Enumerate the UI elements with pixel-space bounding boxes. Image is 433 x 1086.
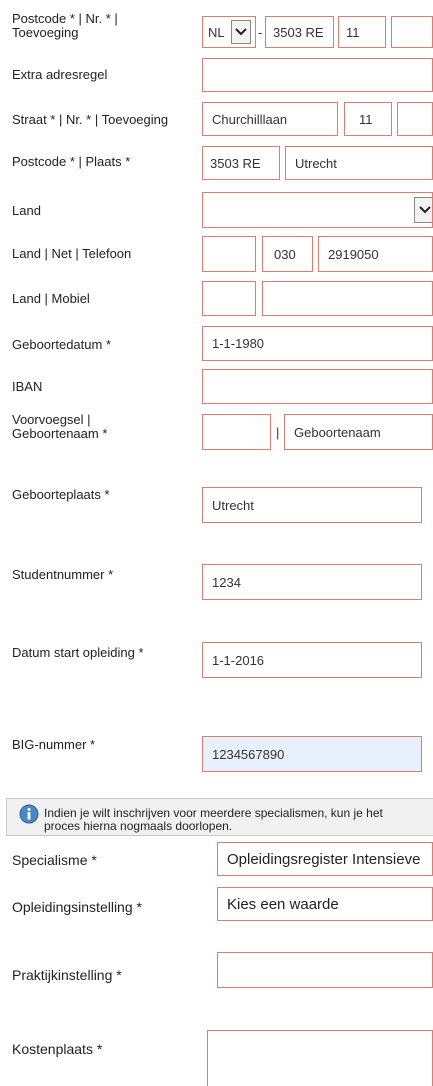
studentnummer-input[interactable]: 1234 bbox=[202, 564, 422, 600]
house-number-value: 11 bbox=[346, 24, 360, 40]
geboortedatum-value: 1-1-1980 bbox=[212, 336, 265, 351]
kostenplaats-label: Kostenplaats * bbox=[12, 1041, 103, 1057]
postcode-plaats-label: Postcode * | Plaats * bbox=[12, 154, 131, 169]
datum-start-input[interactable]: 1-1-2016 bbox=[202, 642, 422, 678]
geboortenaam-label: Voorvoegsel | Geboortenaam * bbox=[12, 412, 108, 441]
chevron-down-icon bbox=[231, 20, 251, 44]
extra-adres-input[interactable] bbox=[202, 58, 433, 92]
specialisme-value: Opleidingsregister Intensieve bbox=[227, 850, 421, 868]
geboorteplaats-input[interactable]: Utrecht bbox=[202, 487, 422, 523]
datum-start-label: Datum start opleiding * bbox=[12, 645, 144, 660]
telefoon-land-input[interactable] bbox=[202, 236, 256, 272]
postcode-plaats-postcode-input[interactable]: 3503 RE bbox=[202, 146, 280, 180]
telefoon-net-value: 030 bbox=[274, 246, 296, 262]
kostenplaats-input[interactable] bbox=[207, 1030, 433, 1086]
big-label: BIG-nummer * bbox=[12, 737, 96, 752]
big-value: 1234567890 bbox=[212, 746, 285, 762]
mobiel-label: Land | Mobiel bbox=[12, 291, 90, 306]
geboortenaam-input[interactable]: Geboortenaam bbox=[284, 414, 433, 450]
geboortedatum-input[interactable]: 1-1-1980 bbox=[202, 326, 433, 361]
datum-start-value: 1-1-2016 bbox=[212, 652, 265, 668]
notice-text: Indien je wilt inschrijven voor meerdere… bbox=[44, 807, 383, 833]
telefoon-label: Land | Net | Telefoon bbox=[12, 246, 132, 261]
extra-adres-label: Extra adresregel bbox=[12, 67, 108, 82]
chevron-down-icon bbox=[414, 197, 432, 223]
postcode-nr-label: Postcode * | Nr. * | Toevoeging bbox=[12, 11, 118, 40]
street-input[interactable]: Churchilllaan bbox=[202, 102, 338, 136]
opleidingsinstelling-select[interactable]: Kies een waarde bbox=[217, 887, 433, 921]
telefoon-net-input[interactable]: 030 bbox=[262, 236, 313, 272]
street-number-value: 11 bbox=[359, 111, 373, 127]
street-value: Churchilllaan bbox=[212, 111, 288, 127]
praktijkinstelling-select[interactable] bbox=[217, 952, 433, 988]
land-label: Land bbox=[12, 203, 41, 218]
street-toevoeging-input[interactable] bbox=[397, 102, 433, 136]
geboortenaam-separator: | bbox=[276, 425, 280, 440]
studentnummer-label: Studentnummer * bbox=[12, 567, 114, 582]
opleidingsinstelling-value: Kies een waarde bbox=[227, 895, 339, 913]
mobiel-nummer-input[interactable] bbox=[262, 281, 433, 316]
info-notice: Indien je wilt inschrijven voor meerdere… bbox=[6, 798, 433, 836]
studentnummer-value: 1234 bbox=[212, 574, 241, 590]
geboorteplaats-value: Utrecht bbox=[212, 497, 254, 513]
plaats-value: Utrecht bbox=[295, 155, 337, 171]
toevoeging-input[interactable] bbox=[391, 16, 433, 48]
plaats-input[interactable]: Utrecht bbox=[285, 146, 433, 180]
specialisme-label: Specialisme * bbox=[12, 852, 97, 868]
specialisme-select[interactable]: Opleidingsregister Intensieve bbox=[217, 842, 433, 876]
geboorteplaats-label: Geboorteplaats * bbox=[12, 487, 110, 502]
voorvoegsel-input[interactable] bbox=[202, 414, 271, 450]
country-code-select[interactable]: NL bbox=[202, 16, 256, 48]
straat-label: Straat * | Nr. * | Toevoeging bbox=[12, 112, 169, 127]
postcode-value: 3503 RE bbox=[273, 24, 324, 40]
telefoon-nummer-value: 2919050 bbox=[328, 246, 379, 262]
postcode-input[interactable]: 3503 RE bbox=[265, 16, 334, 48]
opleidingsinstelling-label: Opleidingsinstelling * bbox=[12, 899, 142, 915]
geboortedatum-label: Geboortedatum * bbox=[12, 337, 112, 352]
street-number-input[interactable]: 11 bbox=[344, 102, 392, 136]
postcode-separator: - bbox=[258, 25, 263, 40]
telefoon-nummer-input[interactable]: 2919050 bbox=[318, 236, 433, 272]
land-select[interactable] bbox=[202, 192, 433, 228]
mobiel-land-input[interactable] bbox=[202, 281, 256, 316]
iban-label: IBAN bbox=[12, 379, 43, 394]
house-number-input[interactable]: 11 bbox=[338, 16, 386, 48]
geboortenaam-value: Geboortenaam bbox=[294, 424, 381, 440]
big-input[interactable]: 1234567890 bbox=[202, 736, 422, 772]
notice-line-2: proces hierna nogmaals doorlopen. bbox=[44, 819, 233, 833]
country-code-value: NL bbox=[208, 24, 225, 40]
info-icon bbox=[19, 804, 39, 824]
postcode-plaats-postcode-value: 3503 RE bbox=[210, 155, 261, 171]
iban-input[interactable] bbox=[202, 369, 433, 404]
praktijkinstelling-label: Praktijkinstelling * bbox=[12, 967, 122, 983]
